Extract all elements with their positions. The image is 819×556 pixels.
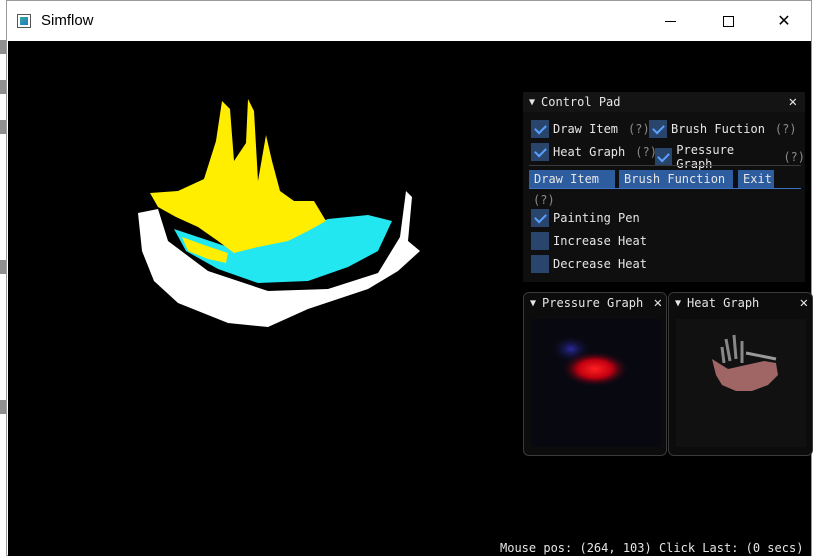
help-marker[interactable]: (?) (628, 122, 650, 136)
collapse-icon[interactable]: ▼ (530, 298, 536, 309)
option-label: Increase Heat (553, 234, 647, 248)
help-marker[interactable]: (?) (783, 150, 805, 164)
title-bar[interactable]: Simflow ✕ (7, 1, 811, 41)
heat-graph-titlebar[interactable]: ▼ Heat Graph ✕ (669, 293, 812, 313)
pressure-graph-title: Pressure Graph (542, 296, 644, 310)
help-marker[interactable]: (?) (533, 193, 555, 207)
option-label: Decrease Heat (553, 257, 647, 271)
checkbox-box[interactable] (531, 143, 549, 161)
particle-layer (138, 99, 420, 327)
heat-graph-panel[interactable]: ▼ Heat Graph ✕ (668, 292, 813, 456)
status-readout: Mouse pos: (264, 103) Click Last: (0 sec… (500, 541, 804, 555)
tab-draw-item[interactable]: Draw Item (529, 170, 615, 188)
help-marker[interactable]: (?) (775, 122, 797, 136)
control-pad-close-icon[interactable]: ✕ (789, 94, 797, 110)
maximize-icon (722, 15, 734, 27)
checkbox-box[interactable] (649, 120, 667, 138)
simulation-viewport[interactable]: ▼ Control Pad ✕ Draw Item (?) Brush Fuct… (8, 41, 813, 556)
app-icon (17, 14, 31, 28)
heat-graph-image (676, 319, 806, 447)
maximize-button[interactable] (705, 1, 751, 41)
tab-exit[interactable]: Exit (738, 170, 774, 188)
option-label: Painting Pen (553, 211, 640, 225)
minimize-icon (664, 20, 676, 22)
checkbox-label: Heat Graph (553, 145, 626, 159)
control-pad-titlebar[interactable]: ▼ Control Pad ✕ (523, 92, 805, 112)
control-pad-panel[interactable]: ▼ Control Pad ✕ Draw Item (?) Brush Fuct… (523, 92, 805, 282)
pressure-graph-image (531, 319, 661, 447)
checkbox-brush-fuction[interactable]: Brush Fuction (?) (649, 120, 797, 138)
checkbox-pressure-graph[interactable]: Pressure Graph (?) (655, 143, 805, 171)
help-marker[interactable]: (?) (635, 145, 657, 159)
checkbox-draw-item[interactable]: Draw Item (?) (531, 120, 650, 138)
option-increase-heat[interactable]: Increase Heat (531, 232, 647, 250)
minimize-button[interactable] (647, 1, 693, 41)
radio-box[interactable] (531, 232, 549, 250)
option-decrease-heat[interactable]: Decrease Heat (531, 255, 647, 273)
window-title: Simflow (41, 12, 94, 29)
collapse-icon[interactable]: ▼ (675, 298, 681, 309)
simflow-window: Simflow ✕ ▼ Control Pad ✕ Draw Item (?) (6, 0, 813, 556)
collapse-icon[interactable]: ▼ (529, 97, 535, 108)
close-button[interactable]: ✕ (761, 1, 807, 41)
separator (529, 165, 801, 166)
tab-brush-function[interactable]: Brush Function (619, 170, 733, 188)
close-icon: ✕ (777, 13, 791, 30)
checkbox-label: Draw Item (553, 122, 619, 136)
checkbox-box[interactable] (531, 120, 549, 138)
checkbox-label: Brush Fuction (671, 122, 765, 136)
option-painting-pen[interactable]: Painting Pen (531, 209, 640, 227)
radio-box[interactable] (531, 209, 549, 227)
pressure-graph-panel[interactable]: ▼ Pressure Graph ✕ (523, 292, 667, 456)
tab-bar: Draw Item Brush Function Exit (529, 168, 801, 189)
checkbox-box[interactable] (655, 148, 673, 166)
control-pad-title: Control Pad (541, 95, 621, 109)
checkbox-heat-graph[interactable]: Heat Graph (?) (531, 143, 657, 161)
heat-graph-close-icon[interactable]: ✕ (800, 295, 808, 311)
checkbox-label: Pressure Graph (676, 143, 735, 171)
pressure-graph-titlebar[interactable]: ▼ Pressure Graph ✕ (524, 293, 666, 313)
heat-graph-title: Heat Graph (687, 296, 760, 310)
radio-box[interactable] (531, 255, 549, 273)
pressure-graph-close-icon[interactable]: ✕ (654, 295, 662, 311)
